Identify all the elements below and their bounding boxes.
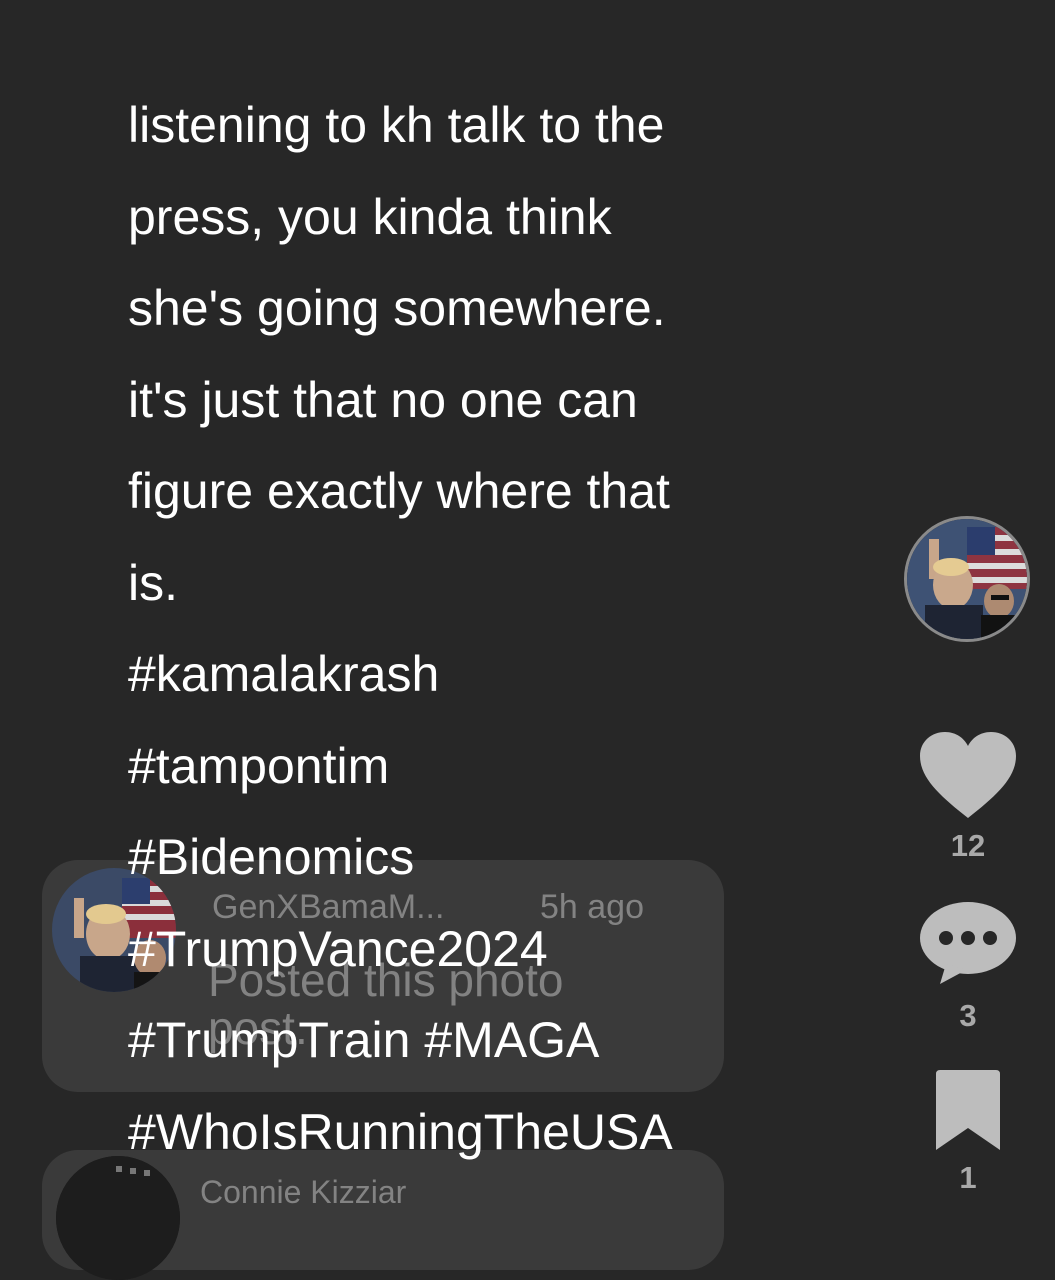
post-line: it's just that no one can (128, 371, 638, 428)
bookmark-icon[interactable] (932, 1070, 1004, 1157)
post-line: she's going somewhere. (128, 280, 666, 336)
speech-bubble-icon[interactable] (918, 900, 1018, 991)
post-line: press, you kinda think (128, 188, 612, 245)
post-text: listening to kh talk to the press, you k… (128, 80, 888, 1178)
hashtag-whoisrunningtheusa[interactable]: #WhoIsRunningTheUSA (128, 1087, 888, 1179)
comment-username[interactable]: Connie Kizziar (200, 1174, 406, 1211)
hashtag-trumptrain-maga[interactable]: #TrumpTrain #MAGA (128, 995, 888, 1087)
hashtag-kamalakrash[interactable]: #kamalakrash (128, 629, 888, 721)
comment-count: 3 (959, 998, 977, 1033)
hashtag-bidenomics[interactable]: #Bidenomics (128, 812, 888, 904)
profile-avatar[interactable] (904, 516, 1030, 642)
post-line: is. (128, 554, 178, 611)
post-line: figure exactly where that (128, 463, 670, 519)
like-count: 12 (950, 828, 986, 863)
post-line: listening to kh talk to the (128, 97, 665, 153)
heart-icon[interactable] (918, 730, 1018, 827)
hashtag-trumpvance2024[interactable]: #TrumpVance2024 (128, 904, 888, 996)
hashtag-tampontim[interactable]: #tampontim (128, 721, 888, 813)
save-count: 1 (959, 1160, 977, 1195)
